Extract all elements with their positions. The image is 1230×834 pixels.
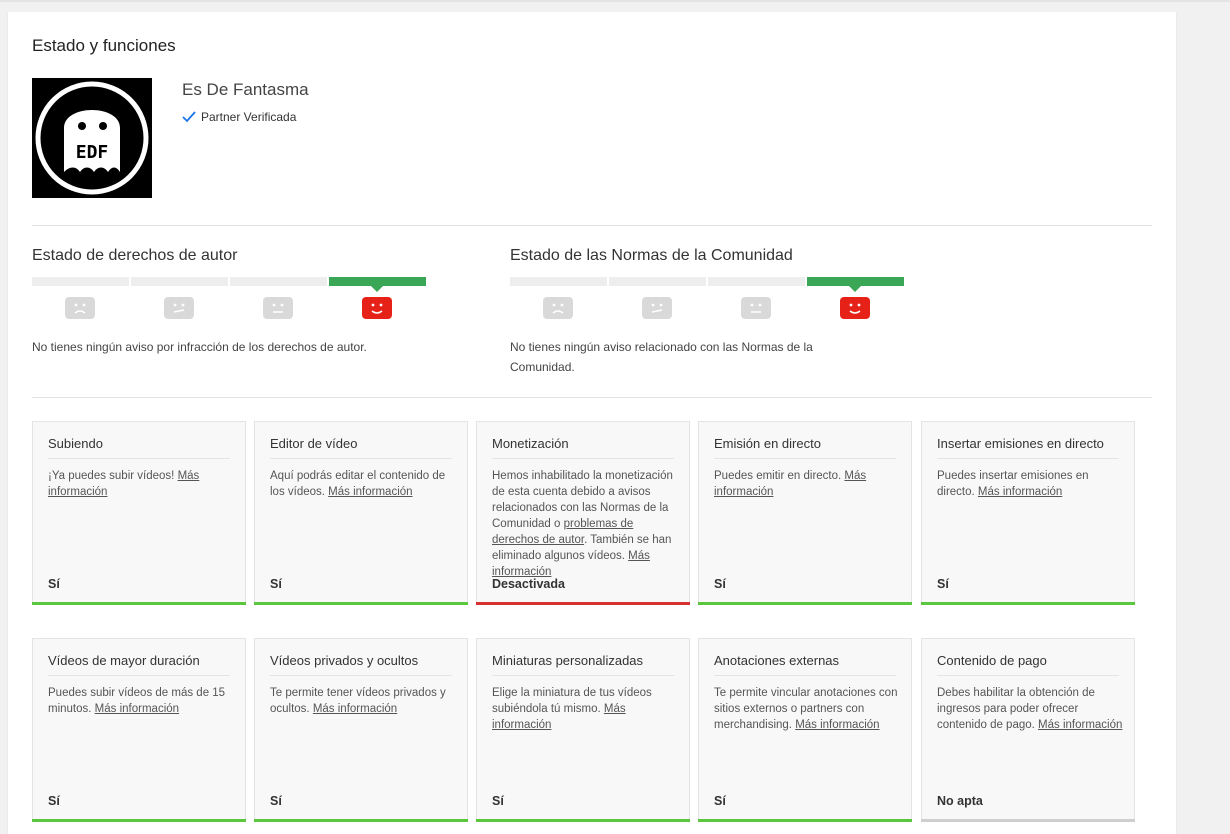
feature-status-bar xyxy=(921,819,1135,822)
feature-card-description: Puedes subir vídeos de más de 15 minutos… xyxy=(48,685,234,717)
community-face-icon xyxy=(642,297,672,319)
feature-card-title: Subiendo xyxy=(48,436,230,459)
feature-status-bar xyxy=(921,602,1135,605)
feature-card-title: Emisión en directo xyxy=(714,436,896,459)
feature-card: Editor de vídeo Aquí podrás editar el con… xyxy=(254,421,468,605)
feature-card-status: Sí xyxy=(714,794,726,808)
more-info-link[interactable]: Más información xyxy=(795,719,879,731)
feature-card-description: Debes habilitar la obtención de ingresos… xyxy=(937,685,1123,733)
feature-card: Subiendo ¡Ya puedes subir vídeos! Más inf… xyxy=(32,421,246,605)
feature-card-title: Contenido de pago xyxy=(937,653,1119,676)
feature-card-description: Aquí podrás editar el contenido de los v… xyxy=(270,468,456,500)
community-status-text: No tienes ningún aviso relacionado con l… xyxy=(510,340,813,374)
community-meter-segment xyxy=(708,277,805,286)
more-info-link[interactable]: Más información xyxy=(1038,719,1122,731)
feature-card-title: Editor de vídeo xyxy=(270,436,452,459)
feature-status-bar xyxy=(32,602,246,605)
community-face-icon xyxy=(741,297,771,319)
feature-status-bar xyxy=(476,819,690,822)
more-info-link[interactable]: Más información xyxy=(328,486,412,498)
feature-card-text: ¡Ya puedes subir vídeos! xyxy=(48,470,178,482)
community-face-icon xyxy=(840,297,870,319)
feature-card-status: Sí xyxy=(270,794,282,808)
copyright-status-title: Estado de derechos de autor xyxy=(32,247,238,264)
feature-card-text: Puedes emitir en directo. xyxy=(714,470,845,482)
copyright-face-icon xyxy=(362,297,392,319)
feature-card-status: Sí xyxy=(270,577,282,591)
community-meter-segment xyxy=(510,277,607,286)
feature-card-status: Sí xyxy=(937,577,949,591)
copyright-status-text: No tienes ningún aviso por infracción de… xyxy=(32,340,367,354)
more-info-link[interactable]: Más información xyxy=(95,703,179,715)
community-meter-segment xyxy=(609,277,706,286)
feature-card-title: Anotaciones externas xyxy=(714,653,896,676)
feature-card: Monetización Hemos inhabilitado la moneti… xyxy=(476,421,690,605)
feature-card-title: Vídeos privados y ocultos xyxy=(270,653,452,676)
copyright-meter-segment xyxy=(131,277,228,286)
community-face-icon xyxy=(543,297,573,319)
copyright-face-icon xyxy=(263,297,293,319)
feature-card-title: Insertar emisiones en directo xyxy=(937,436,1119,459)
feature-card: Miniaturas personalizadas Elige la miniat… xyxy=(476,638,690,822)
community-strike-meter xyxy=(510,277,908,327)
feature-card-status: Sí xyxy=(48,794,60,808)
partner-label: Partner Verificada xyxy=(201,110,297,124)
avatar-text: EDF xyxy=(76,142,109,163)
copyright-meter-segment xyxy=(230,277,327,286)
channel-name[interactable]: Es De Fantasma xyxy=(182,80,309,100)
feature-status-bar xyxy=(32,819,246,822)
feature-card-status: Sí xyxy=(48,577,60,591)
feature-status-bar xyxy=(254,602,468,605)
more-info-link[interactable]: Más información xyxy=(313,703,397,715)
feature-card-text: Elige la miniatura de tus vídeos subiénd… xyxy=(492,687,652,715)
feature-card-description: Puedes insertar emisiones en directo. Má… xyxy=(937,468,1123,500)
feature-status-bar xyxy=(698,602,912,605)
copyright-strike-meter xyxy=(32,277,430,327)
feature-card-description: Puedes emitir en directo. Más informació… xyxy=(714,468,900,500)
top-border xyxy=(0,0,1230,2)
feature-card-title: Vídeos de mayor duración xyxy=(48,653,230,676)
copyright-face-icon xyxy=(164,297,194,319)
ghost-logo-icon: EDF xyxy=(35,81,149,195)
feature-card-status: Sí xyxy=(492,794,504,808)
feature-card: Insertar emisiones en directo Puedes inse… xyxy=(921,421,1135,605)
feature-card-description: Te permite tener vídeos privados y ocult… xyxy=(270,685,456,717)
feature-card-status: No apta xyxy=(937,794,983,808)
partner-badge: Partner Verificada xyxy=(182,110,296,124)
feature-status-bar xyxy=(476,602,690,605)
feature-card-description: Te permite vincular anotaciones con siti… xyxy=(714,685,900,733)
divider xyxy=(32,225,1152,226)
channel-avatar: EDF xyxy=(32,78,152,198)
feature-card-description: Elige la miniatura de tus vídeos subiénd… xyxy=(492,685,678,733)
feature-card-status: Sí xyxy=(714,577,726,591)
page-title: Estado y funciones xyxy=(32,36,176,55)
feature-card-title: Monetización xyxy=(492,436,674,459)
feature-card: Vídeos privados y ocultos Te permite tene… xyxy=(254,638,468,822)
feature-card-description: Hemos inhabilitado la monetización de es… xyxy=(492,468,678,580)
copyright-meter-segment xyxy=(329,277,426,292)
divider xyxy=(32,397,1152,398)
feature-card-description: ¡Ya puedes subir vídeos! Más información xyxy=(48,468,234,500)
feature-status-bar xyxy=(698,819,912,822)
feature-card: Emisión en directo Puedes emitir en direc… xyxy=(698,421,912,605)
feature-card-title: Miniaturas personalizadas xyxy=(492,653,674,676)
feature-status-bar xyxy=(254,819,468,822)
community-status-title: Estado de las Normas de la Comunidad xyxy=(510,247,793,264)
feature-card: Vídeos de mayor duración Puedes subir víd… xyxy=(32,638,246,822)
status-panel: Estado y funciones EDF Es De Fantasma Pa… xyxy=(8,12,1176,834)
copyright-meter-segment xyxy=(32,277,129,286)
feature-card-status: Desactivada xyxy=(492,577,565,591)
check-icon xyxy=(182,111,196,123)
feature-card: Contenido de pago Debes habilitar la obte… xyxy=(921,638,1135,822)
more-info-link[interactable]: Más información xyxy=(978,486,1062,498)
feature-card: Anotaciones externas Te permite vincular … xyxy=(698,638,912,822)
copyright-face-icon xyxy=(65,297,95,319)
community-meter-segment xyxy=(807,277,904,292)
